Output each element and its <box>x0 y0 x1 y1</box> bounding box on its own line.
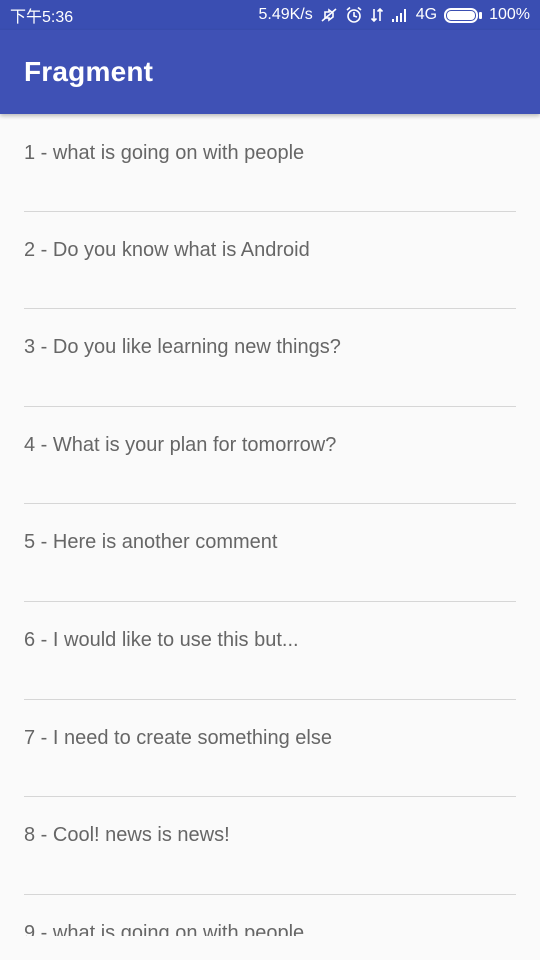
app-title: Fragment <box>24 56 154 87</box>
list-item[interactable]: 4 - What is your plan for tomorrow? <box>24 407 516 505</box>
list-item-text: 8 - Cool! news is news! <box>24 824 230 847</box>
list-item-text: 5 - Here is another comment <box>24 531 278 554</box>
list-item[interactable]: 8 - Cool! news is news! <box>24 797 516 895</box>
app-bar: Fragment <box>0 30 540 114</box>
list-item[interactable]: 5 - Here is another comment <box>24 504 516 602</box>
mute-icon <box>320 7 338 23</box>
list-item[interactable]: 6 - I would like to use this but... <box>24 602 516 700</box>
network-speed: 5.49K/s <box>258 6 313 23</box>
list-item-text: 1 - what is going on with people <box>24 142 305 164</box>
list-item[interactable]: 2 - Do you know what is Android <box>24 212 516 310</box>
list-item[interactable]: 7 - I need to create something else <box>24 700 516 798</box>
list-item[interactable]: 9 - what is going on with people <box>24 895 516 936</box>
comment-list[interactable]: 1 - what is going on with people 2 - Do … <box>0 114 540 936</box>
alarm-icon <box>345 6 363 24</box>
network-type: 4G <box>415 6 438 23</box>
list-item-text: 6 - I would like to use this but... <box>24 628 299 651</box>
list-item[interactable]: 1 - what is going on with people <box>24 114 516 212</box>
list-item-text: 7 - I need to create something else <box>24 726 332 749</box>
list-item-text: 9 - what is going on with people <box>24 921 305 936</box>
list-item-text: 4 - What is your plan for tomorrow? <box>24 433 337 456</box>
list-item-text: 3 - Do you like learning new things? <box>24 336 341 359</box>
status-bar: 下午5:36 5.49K/s 4G 100% <box>0 0 540 30</box>
status-time: 下午5:36 <box>10 9 74 26</box>
list-item[interactable]: 3 - Do you like learning new things? <box>24 309 516 407</box>
signal-icon <box>391 8 409 22</box>
list-item-text: 2 - Do you know what is Android <box>24 238 310 261</box>
battery-icon <box>444 7 483 23</box>
data-transfer-icon <box>370 7 384 23</box>
battery-percent: 100% <box>489 6 530 23</box>
status-right: 5.49K/s 4G 100% <box>258 6 530 24</box>
